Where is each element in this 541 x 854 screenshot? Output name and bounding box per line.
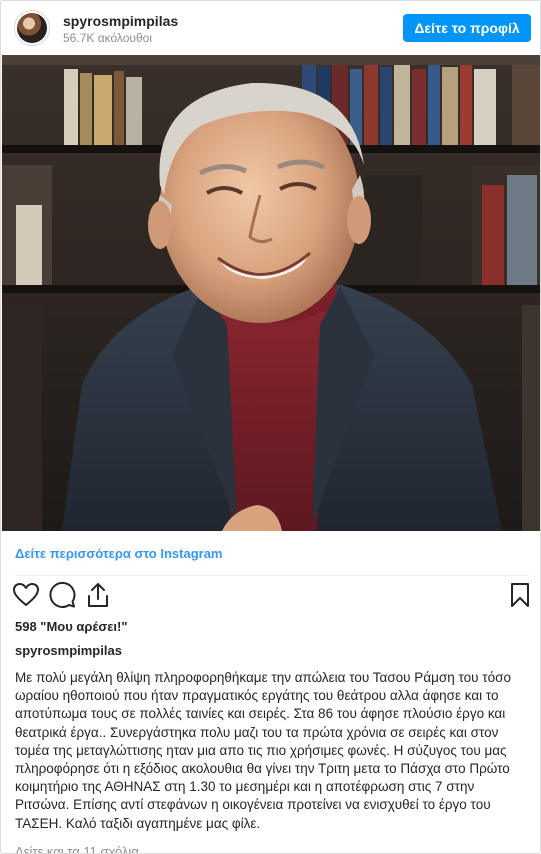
followers-count: 56.7K ακόλουθοι bbox=[63, 31, 152, 45]
comment-icon[interactable] bbox=[48, 581, 76, 609]
view-more-on-instagram-link[interactable]: Δείτε περισσότερα στο Instagram bbox=[15, 546, 223, 561]
action-bar bbox=[1, 581, 540, 613]
instagram-embed: spyrosmpimpilas 56.7K ακόλουθοι Δείτε το… bbox=[0, 0, 541, 854]
username-link[interactable]: spyrosmpimpilas bbox=[63, 13, 178, 29]
view-all-comments-link[interactable]: Δείτε και τα 11 σχόλια bbox=[15, 844, 139, 853]
view-profile-button[interactable]: Δείτε το προφίλ bbox=[403, 14, 531, 42]
divider bbox=[15, 575, 529, 576]
heart-icon[interactable] bbox=[12, 581, 40, 609]
caption-text: Με πολύ μεγάλη θλίψη πληροφορηθήκαμε την… bbox=[15, 670, 511, 831]
likes-count[interactable]: 598 "Μου αρέσει!" bbox=[15, 619, 127, 634]
avatar-image bbox=[17, 13, 47, 43]
post-header: spyrosmpimpilas 56.7K ακόλουθοι Δείτε το… bbox=[1, 1, 540, 55]
share-icon[interactable] bbox=[84, 581, 112, 609]
bookmark-icon[interactable] bbox=[506, 581, 534, 609]
post-photo[interactable] bbox=[2, 55, 540, 531]
avatar[interactable] bbox=[14, 10, 50, 46]
caption-username[interactable]: spyrosmpimpilas bbox=[15, 643, 122, 658]
portrait-photo bbox=[2, 55, 540, 531]
